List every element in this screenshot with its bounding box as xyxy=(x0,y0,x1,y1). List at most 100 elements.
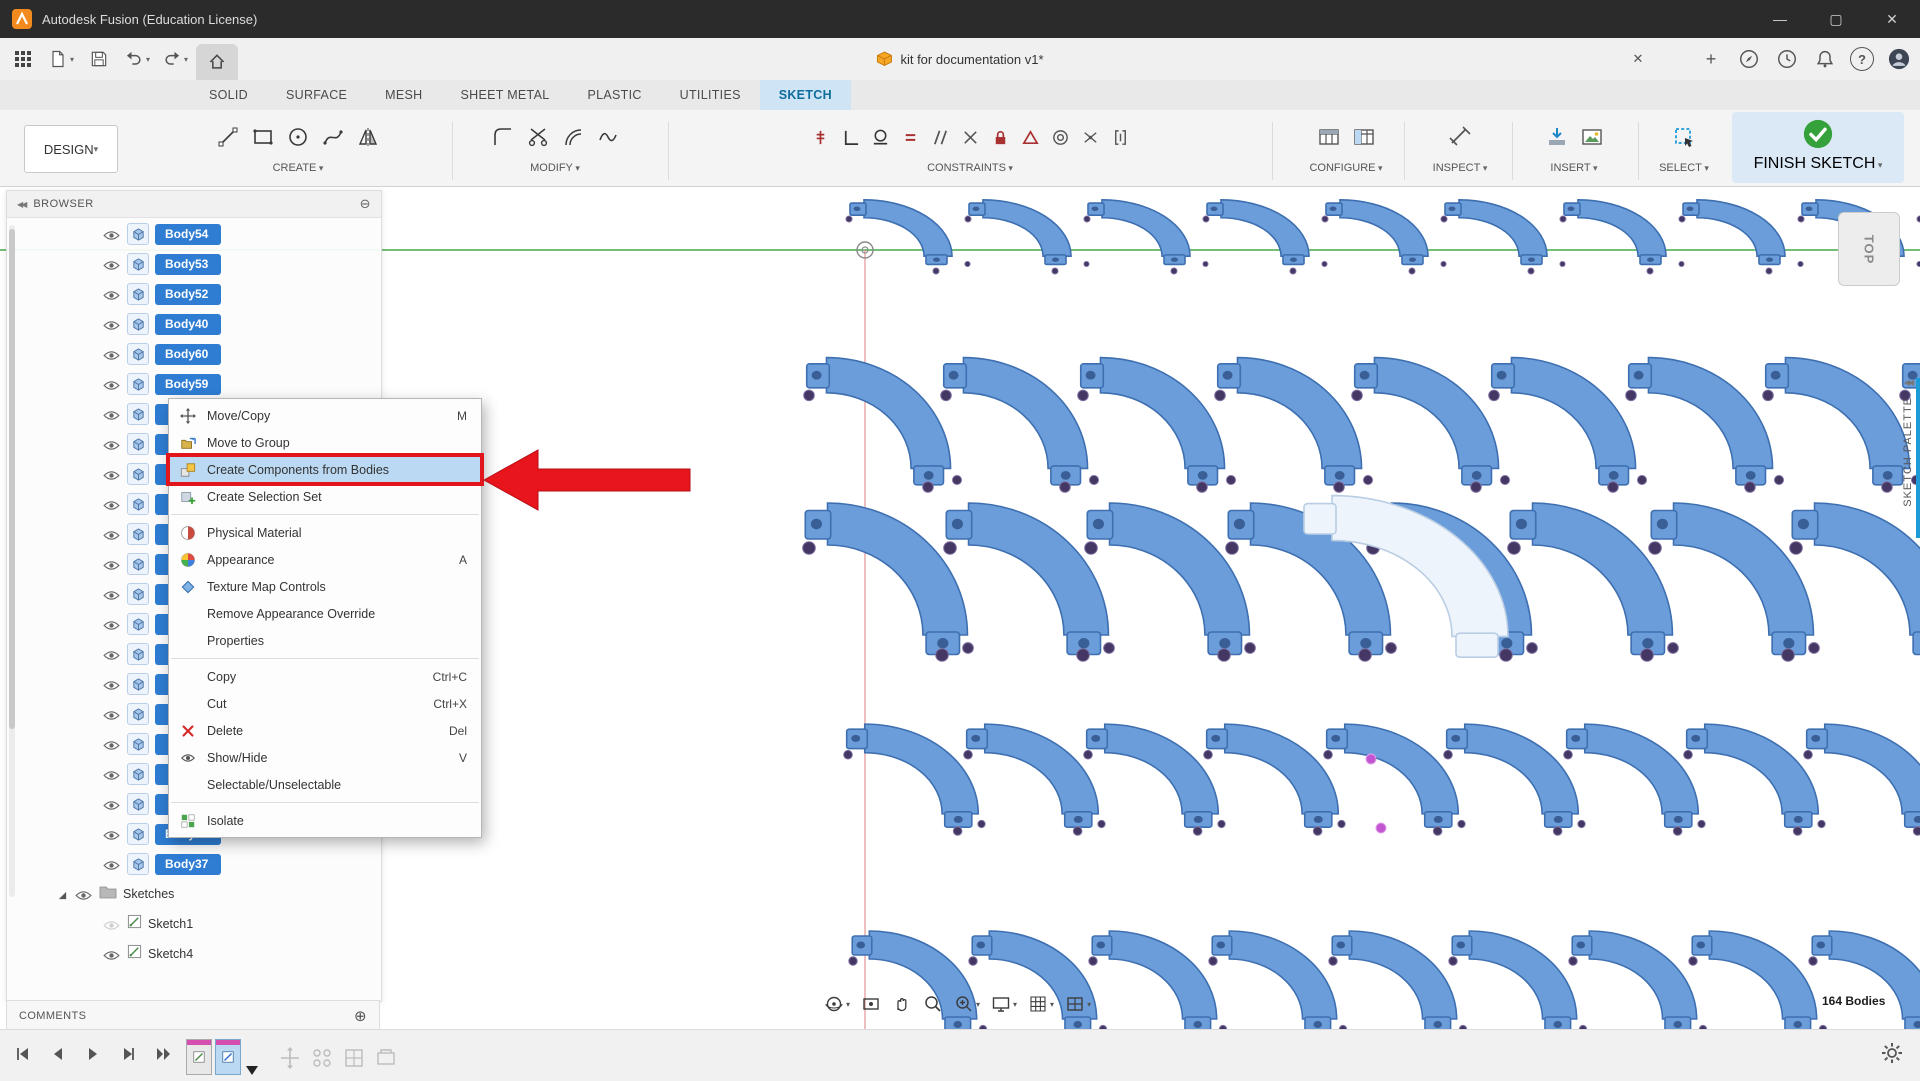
body-arc[interactable] xyxy=(1564,200,1666,265)
offset-tool-icon[interactable] xyxy=(560,124,586,150)
close-button[interactable]: ✕ xyxy=(1864,0,1920,38)
file-menu-button[interactable]: ▾ xyxy=(44,44,78,74)
line-tool-icon[interactable] xyxy=(215,124,241,150)
tab-mesh[interactable]: MESH xyxy=(366,80,441,110)
palette-expand-icon[interactable]: ◀◀ xyxy=(1904,378,1912,387)
tab-sheet-metal[interactable]: SHEET METAL xyxy=(441,80,568,110)
body-arc[interactable] xyxy=(1092,931,1216,1029)
create-dropdown[interactable]: CREATE xyxy=(168,162,428,174)
viewports-button[interactable] xyxy=(1061,990,1095,1018)
mirror-tool-icon[interactable] xyxy=(355,124,381,150)
go-to-end-button[interactable] xyxy=(150,1041,176,1067)
body-arc[interactable] xyxy=(1088,200,1190,265)
context-menu-item-physical-material[interactable]: Physical Material xyxy=(169,519,481,546)
zoom-button[interactable] xyxy=(919,990,947,1018)
body-arc[interactable] xyxy=(967,724,1099,827)
minimize-button[interactable]: — xyxy=(1752,0,1808,38)
equal-constraint-icon[interactable] xyxy=(900,127,921,148)
browser-row-body40[interactable]: Body40 xyxy=(21,309,379,339)
sketch-name[interactable]: Sketch1 xyxy=(148,917,193,931)
undo-button[interactable]: ▾ xyxy=(120,44,154,74)
browser-minimize-icon[interactable]: ⊖ xyxy=(360,196,371,212)
context-menu-item-create-components-from-bodies[interactable]: Create Components from Bodies xyxy=(169,456,481,483)
visibility-eye-icon[interactable] xyxy=(103,918,121,930)
body-arc[interactable] xyxy=(1207,200,1309,265)
browser-row-body59[interactable]: Body59 xyxy=(21,369,379,399)
expand-triangle-icon[interactable] xyxy=(57,888,69,900)
body-arc[interactable] xyxy=(1651,503,1813,655)
context-menu-item-cut[interactable]: CutCtrl+X xyxy=(169,690,481,717)
context-menu-item-show-hide[interactable]: Show/HideV xyxy=(169,744,481,771)
context-menu-item-selectable-unselectable[interactable]: Selectable/Unselectable xyxy=(169,771,481,798)
circle-tool-icon[interactable] xyxy=(285,124,311,150)
trim-tool-icon[interactable] xyxy=(525,124,551,150)
step-forward-button[interactable] xyxy=(115,1041,141,1067)
browser-collapse-icon[interactable]: ◀◀ xyxy=(17,200,25,209)
body-arc[interactable] xyxy=(1326,200,1428,265)
browser-row-body53[interactable]: Body53 xyxy=(21,249,379,279)
parallel-constraint-icon[interactable] xyxy=(930,127,951,148)
visibility-eye-icon[interactable] xyxy=(103,558,121,570)
visibility-eye-icon[interactable] xyxy=(103,288,121,300)
tab-utilities[interactable]: UTILITIES xyxy=(661,80,760,110)
browser-extension-icon[interactable] xyxy=(1736,46,1762,72)
viewcube[interactable]: TOP xyxy=(1838,212,1900,286)
visibility-eye-icon[interactable] xyxy=(103,768,121,780)
body-arc[interactable] xyxy=(847,724,979,827)
visibility-eye-icon[interactable] xyxy=(103,498,121,510)
tab-solid[interactable]: SOLID xyxy=(190,80,267,110)
body-name-chip[interactable]: Body59 xyxy=(155,374,221,395)
body-arc[interactable] xyxy=(969,200,1071,265)
browser-row-sketch1[interactable]: Sketch1 xyxy=(21,909,379,939)
measure-tool-icon[interactable] xyxy=(1447,124,1473,150)
context-menu-item-move-copy[interactable]: Move/CopyM xyxy=(169,402,481,429)
grid-settings-button[interactable] xyxy=(1024,990,1058,1018)
select-tool-icon[interactable] xyxy=(1671,124,1697,150)
context-menu-item-isolate[interactable]: Isolate xyxy=(169,807,481,834)
browser-row-body37[interactable]: Body37 xyxy=(21,849,379,879)
visibility-eye-icon[interactable] xyxy=(103,828,121,840)
body-arc[interactable] xyxy=(1327,724,1459,827)
zoom-window-button[interactable] xyxy=(950,990,984,1018)
body-name-chip[interactable]: Body53 xyxy=(155,254,221,275)
body-arc[interactable] xyxy=(1629,358,1773,485)
display-settings-button[interactable] xyxy=(987,990,1021,1018)
save-button[interactable] xyxy=(82,44,116,74)
browser-scrollbar[interactable] xyxy=(9,225,15,897)
tab-sketch[interactable]: SKETCH xyxy=(760,80,851,110)
context-menu-item-texture-map-controls[interactable]: Texture Map Controls xyxy=(169,573,481,600)
concentric-constraint-icon[interactable] xyxy=(1050,127,1071,148)
timeline-feature-sketch[interactable] xyxy=(186,1039,212,1075)
browser-row-body52[interactable]: Body52 xyxy=(21,279,379,309)
visibility-eye-icon[interactable] xyxy=(103,228,121,240)
context-menu-item-copy[interactable]: CopyCtrl+C xyxy=(169,663,481,690)
new-tab-button[interactable]: + xyxy=(1698,49,1724,70)
visibility-eye-icon[interactable] xyxy=(103,438,121,450)
timeline-track[interactable] xyxy=(186,1035,397,1075)
constraints-dropdown[interactable]: CONSTRAINTS xyxy=(690,162,1250,174)
context-menu-item-move-to-group[interactable]: Move to Group xyxy=(169,429,481,456)
context-menu-item-delete[interactable]: DeleteDel xyxy=(169,717,481,744)
body-arc[interactable] xyxy=(1807,724,1920,827)
body-name-chip[interactable]: Body40 xyxy=(155,314,221,335)
body-arc[interactable] xyxy=(1687,724,1819,827)
body-arc[interactable] xyxy=(1567,724,1699,827)
body-arc[interactable] xyxy=(1332,931,1456,1029)
visibility-eye-icon[interactable] xyxy=(103,258,121,270)
coincident-constraint-icon[interactable] xyxy=(810,127,831,148)
visibility-eye-icon[interactable] xyxy=(103,528,121,540)
body-arc[interactable] xyxy=(1510,503,1672,655)
app-grid-menu-icon[interactable] xyxy=(6,44,40,74)
browser-row-body54[interactable]: Body54 xyxy=(21,219,379,249)
fix-constraint-icon[interactable] xyxy=(1020,127,1041,148)
maximize-button[interactable]: ▢ xyxy=(1808,0,1864,38)
design-workspace-dropdown[interactable]: DESIGN xyxy=(24,125,118,173)
step-back-button[interactable] xyxy=(45,1041,71,1067)
settings-gear-icon[interactable] xyxy=(1880,1041,1904,1065)
browser-row-sketch4[interactable]: Sketch4 xyxy=(21,939,379,969)
body-arc[interactable] xyxy=(1812,931,1920,1029)
body-arc[interactable] xyxy=(1572,931,1696,1029)
context-menu-item-properties[interactable]: Properties xyxy=(169,627,481,654)
visibility-eye-icon[interactable] xyxy=(103,708,121,720)
body-arc[interactable] xyxy=(1212,931,1336,1029)
